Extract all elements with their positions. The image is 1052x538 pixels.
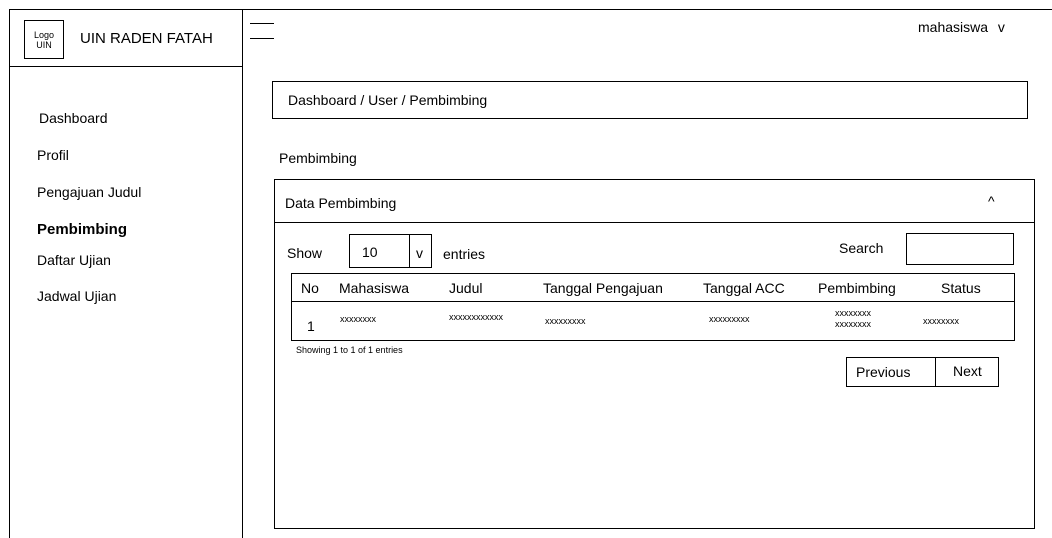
brand-divider	[9, 66, 243, 67]
chevron-down-icon: v	[997, 19, 1005, 35]
entries-select-value: 10	[362, 244, 378, 260]
chevron-down-icon: v	[416, 245, 423, 261]
logo: Logo UIN	[24, 20, 64, 59]
previous-button[interactable]: Previous	[856, 364, 910, 380]
column-header-tanggal-pengajuan[interactable]: Tanggal Pengajuan	[543, 280, 663, 296]
sidebar-item-pembimbing[interactable]: Pembimbing	[37, 221, 127, 238]
sidebar-item-daftar-ujian[interactable]: Daftar Ujian	[37, 252, 111, 268]
show-label: Show	[287, 245, 323, 261]
table-info: Showing 1 to 1 of 1 entries	[296, 345, 403, 355]
collapse-icon[interactable]: ^	[988, 193, 995, 209]
hamburger-icon[interactable]	[250, 9, 274, 41]
next-button[interactable]: Next	[953, 363, 982, 379]
column-header-no[interactable]: No	[301, 280, 319, 296]
table-header-divider	[291, 301, 1015, 302]
cell-status: xxxxxxxx	[923, 316, 959, 326]
card-title: Data Pembimbing	[285, 195, 397, 211]
sidebar-divider	[242, 9, 243, 538]
cell-no: 1	[307, 318, 315, 334]
cell-tanggal-acc: xxxxxxxxx	[709, 314, 750, 324]
user-name: mahasiswa	[918, 19, 989, 35]
sidebar-item-pengajuan-judul[interactable]: Pengajuan Judul	[37, 184, 141, 200]
entries-select[interactable]: 10 v	[349, 234, 432, 268]
cell-pembimbing-line-1: xxxxxxxx	[835, 308, 871, 318]
logo-text-line-1: Logo	[33, 30, 55, 40]
sidebar-item-profil[interactable]: Profil	[37, 147, 69, 163]
cell-pembimbing-line-2: xxxxxxxx	[835, 319, 871, 329]
user-menu[interactable]: mahasiswa v	[918, 19, 1005, 35]
column-header-judul[interactable]: Judul	[449, 280, 482, 296]
cell-judul: xxxxxxxxxxxx	[449, 312, 503, 322]
page-title: Pembimbing	[279, 150, 357, 166]
column-header-mahasiswa[interactable]: Mahasiswa	[339, 280, 409, 296]
column-header-status[interactable]: Status	[941, 280, 981, 296]
search-label: Search	[839, 240, 884, 256]
pagination-divider	[935, 357, 936, 387]
breadcrumb: Dashboard / User / Pembimbing	[272, 81, 1028, 119]
entries-select-divider	[409, 235, 410, 267]
cell-mahasiswa: xxxxxxxx	[340, 314, 376, 324]
column-header-tanggal-acc[interactable]: Tanggal ACC	[703, 280, 785, 296]
search-input[interactable]	[906, 233, 1014, 265]
cell-tanggal-pengajuan: xxxxxxxxx	[545, 316, 586, 326]
column-header-pembimbing[interactable]: Pembimbing	[818, 280, 896, 296]
entries-label: entries	[443, 246, 486, 262]
sidebar-item-jadwal-ujian[interactable]: Jadwal Ujian	[37, 288, 116, 304]
brand-name: UIN RADEN FATAH	[80, 30, 213, 47]
card-divider	[275, 222, 1035, 223]
sidebar-item-dashboard[interactable]: Dashboard	[39, 110, 108, 126]
logo-text-line-2: UIN	[36, 40, 52, 50]
